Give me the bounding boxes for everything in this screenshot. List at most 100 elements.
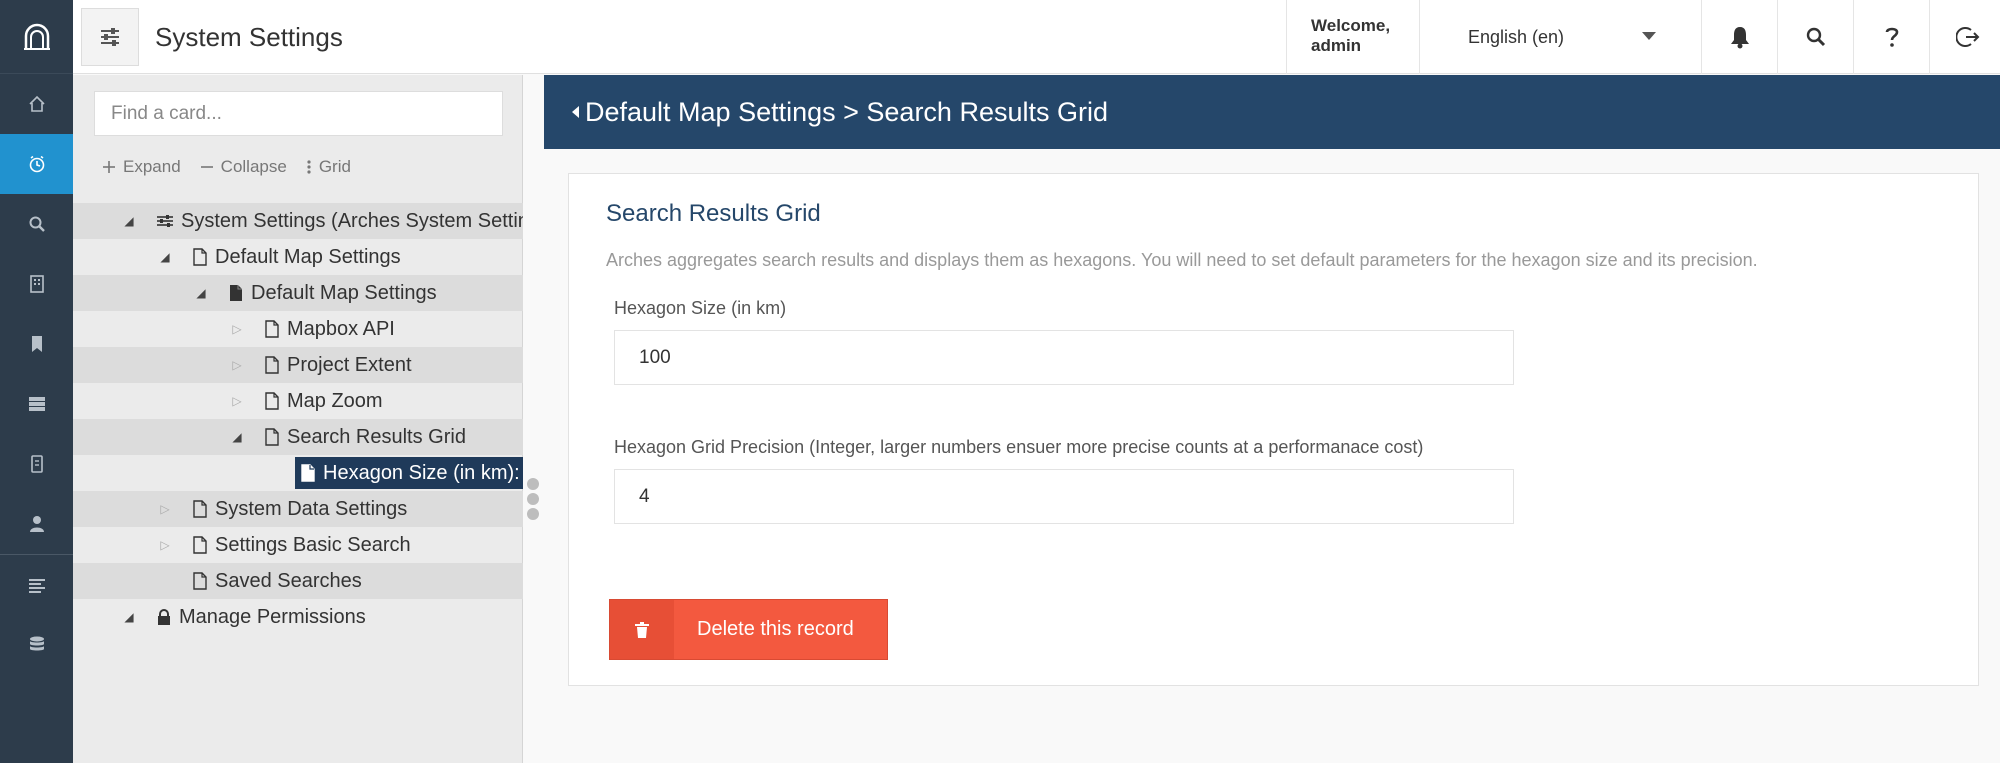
welcome-line1: Welcome,: [1311, 16, 1391, 35]
file-outline-icon: [193, 500, 207, 518]
file-outline-icon: [265, 392, 279, 410]
file-outline-icon: [301, 464, 315, 482]
tree-node-content: Default Map Settings: [229, 275, 437, 311]
tree-node-default-map-settings-card[interactable]: ◢ Default Map Settings: [73, 275, 523, 311]
caret-open-icon[interactable]: ◢: [230, 419, 244, 455]
hexagon-precision-label: Hexagon Grid Precision (Integer, larger …: [614, 437, 1424, 457]
nav-resources[interactable]: [0, 254, 73, 314]
tree-node-default-map-settings[interactable]: ◢ Default Map Settings: [73, 239, 523, 275]
panel-resize-handle[interactable]: [527, 478, 539, 523]
grid-button[interactable]: Grid: [307, 157, 351, 177]
sign-out-icon: [1955, 27, 1979, 47]
home-icon: [28, 95, 45, 112]
tree-node-map-zoom[interactable]: ▷ Map Zoom: [73, 383, 523, 419]
tree-node-system-settings[interactable]: ◢ System Settings (Arches System Setting…: [73, 203, 523, 239]
tree-node-label: Saved Searches: [215, 570, 362, 592]
collapse-button[interactable]: Collapse: [200, 157, 287, 177]
delete-record-label: Delete this record: [697, 618, 854, 640]
nav-graphs[interactable]: [0, 374, 73, 434]
collapse-label: Collapse: [220, 157, 287, 176]
nav-home[interactable]: [0, 74, 73, 134]
nav-mobile[interactable]: [0, 434, 73, 494]
icon-rail: [0, 0, 73, 763]
tree-node-selected[interactable]: Hexagon Size (in km):: [295, 457, 523, 489]
tree-node-hexagon-size[interactable]: Hexagon Size (in km):: [73, 455, 523, 491]
caret-open-icon[interactable]: ◢: [194, 275, 208, 311]
file-outline-icon: [265, 356, 279, 374]
bookmark-icon: [31, 336, 42, 352]
notifications-button[interactable]: [1701, 0, 1777, 74]
tree-node-label: Hexagon Size (in km):: [323, 462, 520, 484]
building-icon: [29, 275, 44, 293]
tree-node-content: System Data Settings: [193, 491, 407, 527]
user-icon: [29, 516, 44, 532]
tree-toolbar: Expand Collapse Grid: [103, 157, 351, 177]
arches-logo-icon: [23, 23, 50, 50]
tree-node-content: Manage Permissions: [157, 599, 366, 635]
nav-profile[interactable]: [0, 494, 73, 554]
trash-icon: [610, 600, 674, 659]
menu-toggle-button[interactable]: [81, 8, 139, 66]
caret-closed-icon[interactable]: ▷: [230, 311, 244, 347]
graph-icon: [30, 455, 43, 473]
tree-node-settings-basic-search[interactable]: ▷ Settings Basic Search: [73, 527, 523, 563]
nav-search[interactable]: [0, 194, 73, 254]
file-outline-icon: [193, 572, 207, 590]
nav-system-settings[interactable]: [0, 134, 73, 194]
help-button[interactable]: [1853, 0, 1929, 74]
caret-closed-icon[interactable]: ▷: [158, 527, 172, 563]
find-card-input[interactable]: [94, 91, 503, 136]
logout-button[interactable]: [1929, 0, 2000, 74]
search-icon: [29, 216, 45, 232]
caret-closed-icon[interactable]: ▷: [230, 383, 244, 419]
search-icon: [1806, 27, 1825, 47]
tree-node-content: Mapbox API: [265, 311, 395, 347]
file-outline-icon: [193, 536, 207, 554]
delete-record-button[interactable]: Delete this record: [609, 599, 888, 660]
hexagon-size-label: Hexagon Size (in km): [614, 298, 787, 318]
expand-button[interactable]: Expand: [103, 157, 181, 177]
database-icon: [29, 636, 44, 651]
nav-list[interactable]: [0, 555, 73, 615]
file-outline-icon: [265, 428, 279, 446]
nav-bookmarks[interactable]: [0, 314, 73, 374]
hexagon-size-input[interactable]: [614, 330, 1514, 385]
caret-open-icon[interactable]: ◢: [158, 239, 172, 275]
card-description: Arches aggregates search results and dis…: [606, 250, 1758, 270]
expand-label: Expand: [123, 157, 181, 176]
language-select[interactable]: English (en): [1419, 0, 1701, 74]
tree-node-content: Settings Basic Search: [193, 527, 411, 563]
tree-node-label: Manage Permissions: [179, 606, 366, 628]
tree-node-manage-permissions[interactable]: ◢ Manage Permissions: [73, 599, 523, 635]
welcome-message: Welcome, admin: [1286, 0, 1419, 74]
tree-node-content: Map Zoom: [265, 383, 383, 419]
hexagon-precision-input[interactable]: [614, 469, 1514, 524]
tree-node-project-extent[interactable]: ▷ Project Extent: [73, 347, 523, 383]
breadcrumb[interactable]: Default Map Settings > Search Results Gr…: [585, 97, 1108, 127]
caret-closed-icon[interactable]: ▷: [158, 491, 172, 527]
caret-closed-icon[interactable]: ▷: [230, 347, 244, 383]
sliders-icon: [101, 28, 119, 46]
card-tree-panel: Expand Collapse Grid ◢ System Settings (…: [73, 75, 523, 763]
arches-logo[interactable]: [0, 0, 73, 74]
grid-label: Grid: [318, 157, 351, 176]
tree-node-content: System Settings (Arches System Settings): [157, 203, 523, 239]
tree-node-system-data-settings[interactable]: ▷ System Data Settings: [73, 491, 523, 527]
tree-node-search-results-grid[interactable]: ◢ Search Results Grid: [73, 419, 523, 455]
chevron-down-icon: [1642, 32, 1656, 40]
file-outline-icon: [193, 248, 207, 266]
tree-node-label: Mapbox API: [287, 318, 395, 340]
nav-database[interactable]: [0, 615, 73, 675]
tree-node-label: Project Extent: [287, 354, 412, 376]
caret-left-icon[interactable]: [572, 105, 579, 118]
clock-icon: [29, 155, 44, 173]
tree-node-saved-searches[interactable]: Saved Searches: [73, 563, 523, 599]
question-icon: [1885, 27, 1898, 47]
sliders-icon: [157, 215, 173, 227]
tree-node-mapbox-api[interactable]: ▷ Mapbox API: [73, 311, 523, 347]
search-button[interactable]: [1777, 0, 1853, 74]
card-breadcrumb-banner: Default Map Settings > Search Results Gr…: [544, 75, 2000, 149]
minus-icon: [200, 166, 213, 168]
caret-open-icon[interactable]: ◢: [122, 203, 136, 239]
caret-open-icon[interactable]: ◢: [122, 599, 136, 635]
